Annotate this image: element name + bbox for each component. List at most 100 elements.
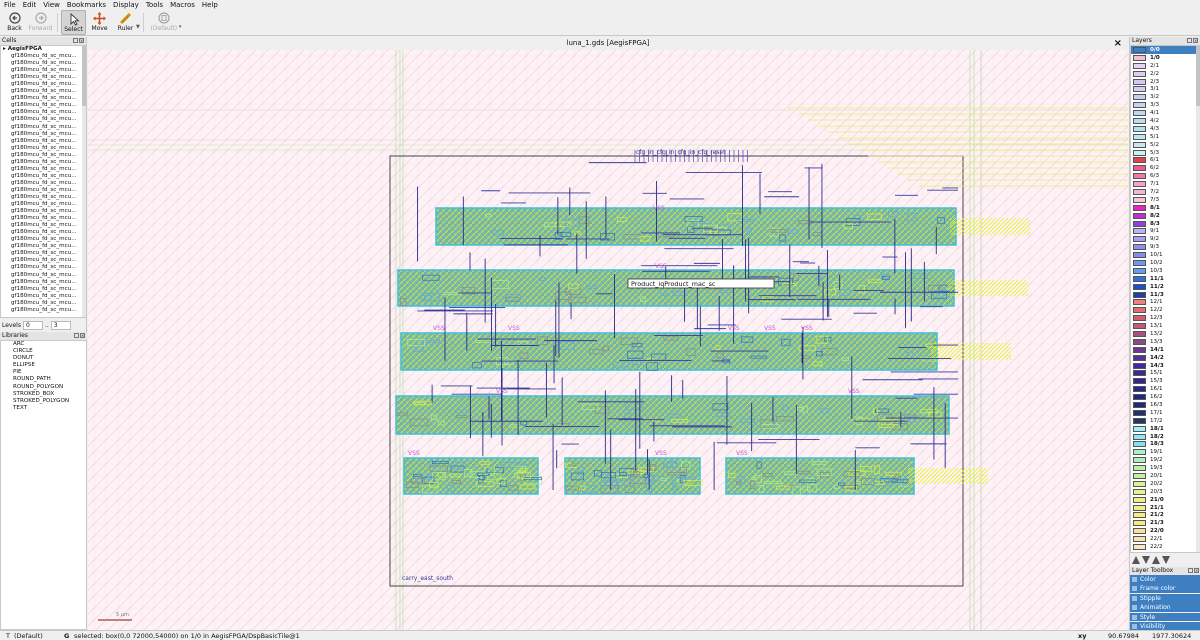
- ruler-dropdown-icon[interactable]: ▼: [136, 24, 140, 35]
- cell-item[interactable]: gf180mcu_fd_sc_mcu...: [1, 222, 86, 229]
- library-item[interactable]: PIE: [1, 369, 86, 376]
- layer-row[interactable]: 7/2: [1131, 188, 1200, 196]
- layer-row[interactable]: 10/1: [1131, 251, 1200, 259]
- libraries-tree[interactable]: ARC CIRCLE DONUT ELLIPSE PIE ROUND_PATH ROUND_…: [0, 340, 87, 630]
- close-icon[interactable]: ×: [1193, 38, 1198, 43]
- layer-row[interactable]: 3/2: [1131, 93, 1200, 101]
- layer-row[interactable]: 12/1: [1131, 299, 1200, 307]
- cell-item[interactable]: gf180mcu_fd_sc_mcu...: [1, 264, 86, 271]
- layer-row[interactable]: 6/3: [1131, 172, 1200, 180]
- layer-row[interactable]: 20/1: [1131, 472, 1200, 480]
- cell-item[interactable]: gf180mcu_fd_sc_mcu...: [1, 279, 86, 286]
- library-item[interactable]: TEXT: [1, 405, 86, 412]
- default-mode-button[interactable]: (Default): [147, 10, 181, 35]
- layer-row[interactable]: 22/1: [1131, 535, 1200, 543]
- layer-row[interactable]: 6/1: [1131, 156, 1200, 164]
- layer-row[interactable]: 4/1: [1131, 109, 1200, 117]
- scroll-thumb[interactable]: [82, 46, 86, 106]
- layer-row[interactable]: 8/1: [1131, 204, 1200, 212]
- levels-from-spinbox[interactable]: 0: [22, 320, 43, 330]
- cell-item[interactable]: gf180mcu_fd_sc_mcu...: [1, 201, 86, 208]
- layer-row[interactable]: 9/2: [1131, 235, 1200, 243]
- library-item[interactable]: STROKED_POLYGON: [1, 398, 86, 405]
- layout-drawing[interactable]: cfg_in_cfg_in_cfg_in_cfg_reset carry_east…: [88, 50, 1128, 630]
- layer-row[interactable]: 4/2: [1131, 117, 1200, 125]
- layers-list[interactable]: 0/0 1/0 2/1 2/2 2/3 3/1 3/2 3/3 4/1 4/2 4/3 5/1 5/2 5…: [1130, 45, 1200, 553]
- select-button[interactable]: Select: [61, 10, 86, 35]
- cell-item[interactable]: gf180mcu_fd_sc_mcu...: [1, 257, 86, 264]
- cell-item[interactable]: gf180mcu_fd_sc_mcu...: [1, 102, 86, 109]
- cell-item[interactable]: gf180mcu_fd_sc_mcu...: [1, 307, 86, 314]
- close-icon[interactable]: ×: [80, 333, 85, 338]
- layer-row[interactable]: 12/2: [1131, 306, 1200, 314]
- cell-item[interactable]: gf180mcu_fd_sc_mcu...: [1, 173, 86, 180]
- layer-row[interactable]: 9/3: [1131, 243, 1200, 251]
- layer-row[interactable]: 4/3: [1131, 125, 1200, 133]
- cell-item[interactable]: gf180mcu_fd_sc_mcu...: [1, 180, 86, 187]
- layer-row[interactable]: 13/2: [1131, 330, 1200, 338]
- layout-canvas[interactable]: cfg_in_cfg_in_cfg_in_cfg_reset carry_east…: [88, 50, 1128, 630]
- layer-row[interactable]: 22/2: [1131, 543, 1200, 551]
- layer-row[interactable]: 22/3: [1131, 551, 1200, 552]
- toolbox-animation[interactable]: Animation: [1130, 603, 1200, 613]
- cell-item[interactable]: gf180mcu_fd_sc_mcu...: [1, 229, 86, 236]
- layer-row[interactable]: 17/2: [1131, 417, 1200, 425]
- cell-item[interactable]: gf180mcu_fd_sc_mcu...: [1, 74, 86, 81]
- layer-row[interactable]: 9/1: [1131, 227, 1200, 235]
- layer-row[interactable]: 19/3: [1131, 464, 1200, 472]
- cells-tree[interactable]: ▸ AegisFPGA gf180mcu_fd_sc_mcu... gf180mc…: [0, 45, 87, 318]
- layer-row[interactable]: 21/3: [1131, 519, 1200, 527]
- layer-row[interactable]: 8/2: [1131, 212, 1200, 220]
- default-dropdown-icon[interactable]: ▾: [179, 24, 182, 35]
- layer-bottom-icon[interactable]: [1162, 556, 1170, 564]
- layer-row[interactable]: 2/3: [1131, 78, 1200, 86]
- cell-item[interactable]: gf180mcu_fd_sc_mcu...: [1, 159, 86, 166]
- close-icon[interactable]: ×: [1194, 568, 1199, 573]
- layer-row[interactable]: 15/1: [1131, 370, 1200, 378]
- layers-scrollbar[interactable]: [1196, 46, 1200, 552]
- float-icon[interactable]: [73, 38, 78, 43]
- close-icon[interactable]: ×: [79, 38, 84, 43]
- layer-row[interactable]: 18/2: [1131, 433, 1200, 441]
- layer-row[interactable]: 14/2: [1131, 354, 1200, 362]
- float-icon[interactable]: [74, 333, 79, 338]
- cell-item[interactable]: gf180mcu_fd_sc_mcu...: [1, 131, 86, 138]
- layer-row[interactable]: 5/1: [1131, 133, 1200, 141]
- layer-row[interactable]: 11/1: [1131, 275, 1200, 283]
- cell-item[interactable]: gf180mcu_fd_sc_mcu...: [1, 187, 86, 194]
- cell-item[interactable]: gf180mcu_fd_sc_mcu...: [1, 145, 86, 152]
- levels-to-spinbox[interactable]: 3: [50, 320, 71, 330]
- menu-help[interactable]: Help: [202, 0, 218, 10]
- toolbox-style[interactable]: Style: [1130, 612, 1200, 622]
- layer-top-icon[interactable]: [1152, 556, 1160, 564]
- float-icon[interactable]: [1188, 568, 1193, 573]
- cell-item[interactable]: gf180mcu_fd_sc_mcu...: [1, 116, 86, 123]
- cell-item[interactable]: gf180mcu_fd_sc_mcu...: [1, 152, 86, 159]
- layer-row[interactable]: 14/1: [1131, 346, 1200, 354]
- menu-bookmarks[interactable]: Bookmarks: [67, 0, 106, 10]
- layer-row[interactable]: 7/3: [1131, 196, 1200, 204]
- cell-item[interactable]: gf180mcu_fd_sc_mcu...: [1, 124, 86, 131]
- layer-row[interactable]: 21/2: [1131, 512, 1200, 520]
- layer-row[interactable]: 2/1: [1131, 62, 1200, 70]
- layer-row[interactable]: 6/2: [1131, 164, 1200, 172]
- menu-edit[interactable]: Edit: [23, 0, 37, 10]
- cell-item[interactable]: gf180mcu_fd_sc_mcu...: [1, 208, 86, 215]
- layer-row[interactable]: 5/3: [1131, 149, 1200, 157]
- layer-row[interactable]: 19/2: [1131, 456, 1200, 464]
- menu-macros[interactable]: Macros: [170, 0, 195, 10]
- layer-row[interactable]: 3/3: [1131, 101, 1200, 109]
- layer-row[interactable]: 16/3: [1131, 401, 1200, 409]
- back-button[interactable]: Back: [2, 10, 27, 35]
- scroll-thumb[interactable]: [1196, 46, 1200, 106]
- cell-item[interactable]: gf180mcu_fd_sc_mcu...: [1, 109, 86, 116]
- ruler-button[interactable]: Ruler: [113, 10, 138, 35]
- cell-item[interactable]: gf180mcu_fd_sc_mcu...: [1, 243, 86, 250]
- move-button[interactable]: Move: [87, 10, 112, 35]
- forward-button[interactable]: Forward: [28, 10, 53, 35]
- toolbox-color[interactable]: Color: [1130, 575, 1200, 584]
- cell-item[interactable]: gf180mcu_fd_sc_mcu...: [1, 272, 86, 279]
- toolbox-stipple[interactable]: Stipple: [1130, 593, 1200, 603]
- layer-row[interactable]: 0/0: [1131, 46, 1200, 54]
- cell-item[interactable]: gf180mcu_fd_sc_mcu...: [1, 67, 86, 74]
